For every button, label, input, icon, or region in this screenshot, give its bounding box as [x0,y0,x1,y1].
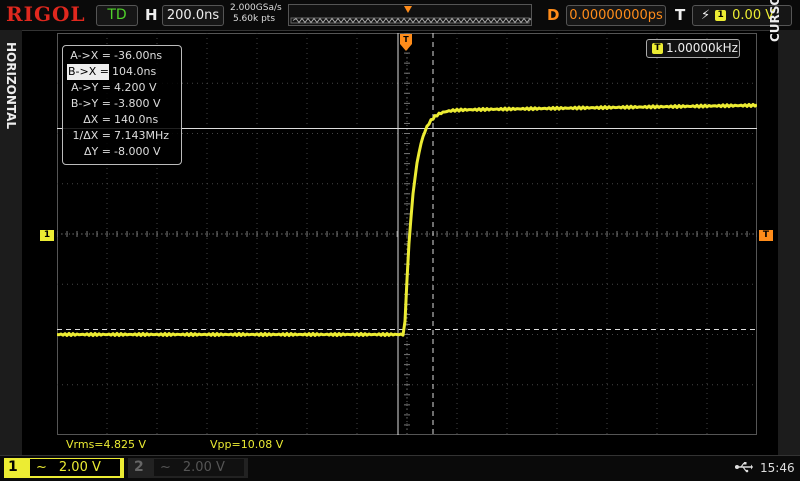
trigger-source-badge: 1 [715,10,727,21]
cursor-readout-row: ΔY = -8.000 V [63,144,181,160]
cursor-readout-key: A->Y = [71,81,111,94]
frequency-value: 1.00000kHz [666,41,738,55]
channel-2-settings[interactable]: 2 ~2.00 V [128,458,248,478]
counter-trigger-icon: T [652,43,663,54]
cursor-readout-value: 104.0ns [112,65,157,78]
trigger-position-icon: T [400,34,412,51]
cursor-readout-value: 140.0ns [114,113,159,126]
cursor-readout-key: 1/ΔX = [72,129,111,142]
usb-icon [735,461,753,477]
rising-edge-icon: ⚡ [701,8,711,23]
cursor-readout-value: -3.800 V [114,97,161,110]
cursor-readout-key: ΔY = [84,145,111,158]
clock: 15:46 [760,461,795,475]
cursor-readout-value: -8.000 V [114,145,161,158]
channel-1-number: 1 [8,459,18,475]
cursor-menu-tab[interactable]: CURSOR [768,0,800,470]
cursor-readout-row: ΔX = 140.0ns [63,112,181,128]
horizontal-menu-tab[interactable]: HORIZONTAL [0,30,22,470]
frequency-counter: T 1.00000kHz [646,39,740,58]
trigger-level-marker[interactable]: T [759,230,773,241]
measurement-vpp: Vpp=10.08 V [210,438,284,451]
memory-overview-strip[interactable] [288,4,534,26]
trigger-position-marker[interactable]: T [400,34,412,52]
measurement-vrms: Vrms=4.825 V [66,438,147,451]
cursor-readout-value: -36.00ns [114,49,163,62]
ac-coupling-icon: ~ [36,460,47,475]
horizontal-label: H [145,6,158,24]
memory-overview-waveform [290,6,534,24]
cursor-readout-row: B->X = 104.0ns [63,64,181,80]
channel-2-scale: ~2.00 V [154,459,244,476]
memory-depth: 5.60k pts [232,14,276,24]
cursor-readout-panel: A->X = -36.00ns B->X = 104.0ns A->Y = 4.200 V… [62,45,182,165]
channel-1-settings[interactable]: 1 ~2.00 V [4,458,124,478]
cursor-readout-row: B->Y = -3.800 V [63,96,181,112]
cursor-readout-row: A->X = -36.00ns [63,48,181,64]
cursor-readout-row: A->Y = 4.200 V [63,80,181,96]
cursor-readout-key: ΔX = [83,113,111,126]
cursor-readout-value: 4.200 V [114,81,157,94]
channel-1-scale: ~2.00 V [30,459,120,476]
cursor-tab-label: CURSOR [768,0,782,42]
cursor-readout-key: B->X = [67,64,109,80]
acquisition-info: 2.000GSa/s 5.60k pts [230,3,282,25]
cursor-readout-value: 7.143MHz [114,129,170,142]
svg-text:T: T [403,35,409,44]
timebase-value[interactable]: 200.0ns [162,5,224,26]
channel-1-ground-marker[interactable]: 1 [40,230,54,241]
ac-coupling-icon: ~ [160,460,171,475]
brand-logo: RIGOL [6,2,86,26]
memory-trigger-marker-icon [404,6,412,13]
channel-2-number: 2 [134,459,144,475]
sample-rate: 2.000GSa/s [230,3,282,13]
delay-label: D [547,6,560,24]
delay-value[interactable]: 0.00000000ps [566,5,666,26]
cursor-readout-key: B->Y = [70,97,111,110]
cursor-readout-key: A->X = [70,49,111,62]
horizontal-tab-label: HORIZONTAL [4,42,18,130]
trigger-status-badge: TD [96,5,138,26]
trigger-label: T [675,6,686,24]
cursor-readout-row: 1/ΔX = 7.143MHz [63,128,181,144]
